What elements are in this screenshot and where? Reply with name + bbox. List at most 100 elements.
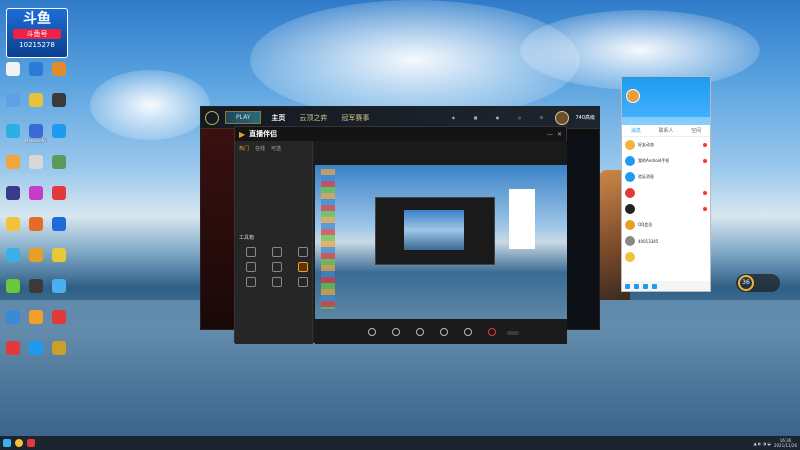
tool-item[interactable] [239, 277, 263, 288]
loot-icon[interactable]: ● [489, 115, 505, 120]
badge-room-number: 10215278 [19, 41, 55, 49]
app-icon [29, 62, 43, 76]
tool-item[interactable] [265, 247, 289, 258]
list-item[interactable]: 验证消息 [622, 169, 710, 185]
control-item[interactable] [363, 328, 381, 337]
tool-item[interactable] [265, 277, 289, 288]
desktop-shortcut[interactable] [48, 279, 70, 293]
app-icon[interactable] [652, 283, 657, 289]
desktop-shortcut[interactable] [2, 248, 24, 262]
desktop-shortcut[interactable] [48, 217, 70, 231]
list-item[interactable]: 好友动态 [622, 137, 710, 153]
profile-icon[interactable]: ◎ [511, 115, 527, 120]
tool-item[interactable] [239, 262, 263, 273]
menu-icon[interactable] [625, 283, 630, 289]
desktop-shortcut[interactable] [2, 93, 24, 107]
app-icon[interactable] [643, 283, 648, 289]
desktop-shortcut[interactable] [48, 155, 70, 169]
desktop-shortcut[interactable] [25, 93, 47, 107]
play-button[interactable]: PLAY [225, 111, 262, 124]
desktop-shortcut[interactable] [2, 155, 24, 169]
control-item[interactable] [459, 328, 477, 337]
desktop-shortcut[interactable] [25, 186, 47, 200]
desktop-shortcut[interactable] [48, 93, 70, 107]
list-item[interactable]: 我的Android手机 [622, 153, 710, 169]
qq-search-bar[interactable] [622, 117, 710, 125]
app-icon [52, 310, 66, 324]
desktop-shortcut[interactable] [25, 310, 47, 324]
nav-tft[interactable]: 云顶之弈 [295, 113, 331, 123]
taskbar-app-icon[interactable] [27, 439, 35, 447]
tool-item[interactable] [291, 262, 315, 273]
tool-item[interactable] [291, 247, 315, 258]
unread-badge [703, 143, 707, 147]
desktop-icon-area: 斗鱼 斗鱼号 10215278 Malwarebytes [2, 4, 72, 429]
app-icon [6, 186, 20, 200]
qq-tab-contacts[interactable]: 联系人 [658, 127, 673, 134]
app-icon [52, 279, 66, 293]
desktop-shortcut[interactable] [25, 155, 47, 169]
speed-widget[interactable]: 36 [736, 274, 780, 292]
live-companion-window[interactable]: ▶ 直播伴侣 — ✕ 热门 在线 可选 工具箱 [234, 126, 567, 344]
nav-home[interactable]: 主页 [267, 113, 289, 123]
desktop-shortcut[interactable] [48, 248, 70, 262]
tool-item[interactable] [291, 277, 315, 288]
tab-online[interactable]: 在线 [255, 145, 265, 152]
collection-icon[interactable]: ■ [467, 115, 483, 120]
qq-avatar[interactable] [626, 89, 640, 103]
close-icon[interactable]: ✕ [557, 131, 562, 138]
tray-icons[interactable]: ▲ ◐ ◑ ◒ [754, 441, 771, 446]
app-icon [6, 310, 20, 324]
control-item[interactable] [411, 328, 429, 337]
start-icon[interactable] [3, 439, 11, 447]
desktop-shortcut[interactable] [2, 310, 24, 324]
app-icon [29, 279, 43, 293]
desktop-shortcut[interactable] [25, 341, 47, 355]
qq-window[interactable]: 消息 联系人 空间 好友动态 我的Android手机验证消息 QQ会员 4001334… [621, 76, 711, 292]
cloud [90, 70, 210, 140]
desktop-shortcut[interactable] [2, 279, 24, 293]
store-icon[interactable]: ◆ [445, 115, 461, 120]
desktop-shortcut[interactable] [48, 186, 70, 200]
app-icon [29, 248, 43, 262]
start-live-button[interactable] [507, 330, 519, 335]
desktop-shortcut[interactable] [25, 217, 47, 231]
list-item[interactable]: 40013345 [622, 233, 710, 249]
desktop-shortcut[interactable] [2, 341, 24, 355]
control-item[interactable] [483, 328, 501, 337]
desktop-shortcut[interactable] [25, 248, 47, 262]
tab-optional[interactable]: 可选 [271, 145, 281, 152]
minimize-icon[interactable]: — [547, 131, 553, 138]
settings-icon[interactable]: ⚙ [533, 115, 549, 120]
clock[interactable]: 16:36 2021/11/26 [774, 438, 797, 448]
list-item[interactable]: QQ会员 [622, 217, 710, 233]
desktop-shortcut[interactable] [2, 62, 24, 76]
list-item[interactable] [622, 201, 710, 217]
nav-champions[interactable]: 冠军赛事 [337, 113, 373, 123]
desktop-shortcut[interactable] [25, 62, 47, 76]
control-item[interactable] [387, 328, 405, 337]
avatar[interactable] [555, 110, 570, 125]
tool-item[interactable] [239, 247, 263, 258]
tab-hot[interactable]: 热门 [239, 145, 249, 152]
unread-badge [703, 191, 707, 195]
desktop-shortcut[interactable] [48, 341, 70, 355]
control-item[interactable] [435, 328, 453, 337]
desktop-shortcut[interactable] [2, 124, 24, 138]
taskbar-app-icon[interactable] [15, 439, 23, 447]
taskbar: ▲ ◐ ◑ ◒ 16:36 2021/11/26 [0, 436, 800, 450]
tool-item[interactable] [265, 262, 289, 273]
qq-tab-space[interactable]: 空间 [691, 127, 701, 134]
list-item[interactable] [622, 249, 710, 265]
contact-name: 验证消息 [638, 174, 654, 179]
qq-tab-messages[interactable]: 消息 [631, 127, 641, 134]
desktop-shortcut[interactable] [25, 279, 47, 293]
desktop-shortcut[interactable] [2, 217, 24, 231]
app-icon[interactable] [634, 283, 639, 289]
desktop-shortcut[interactable] [2, 186, 24, 200]
desktop-shortcut[interactable] [48, 310, 70, 324]
desktop-shortcut[interactable] [48, 62, 70, 76]
list-item[interactable] [622, 185, 710, 201]
desktop-shortcut[interactable] [48, 124, 70, 138]
desktop-shortcut[interactable]: Malwarebytes [25, 124, 47, 143]
